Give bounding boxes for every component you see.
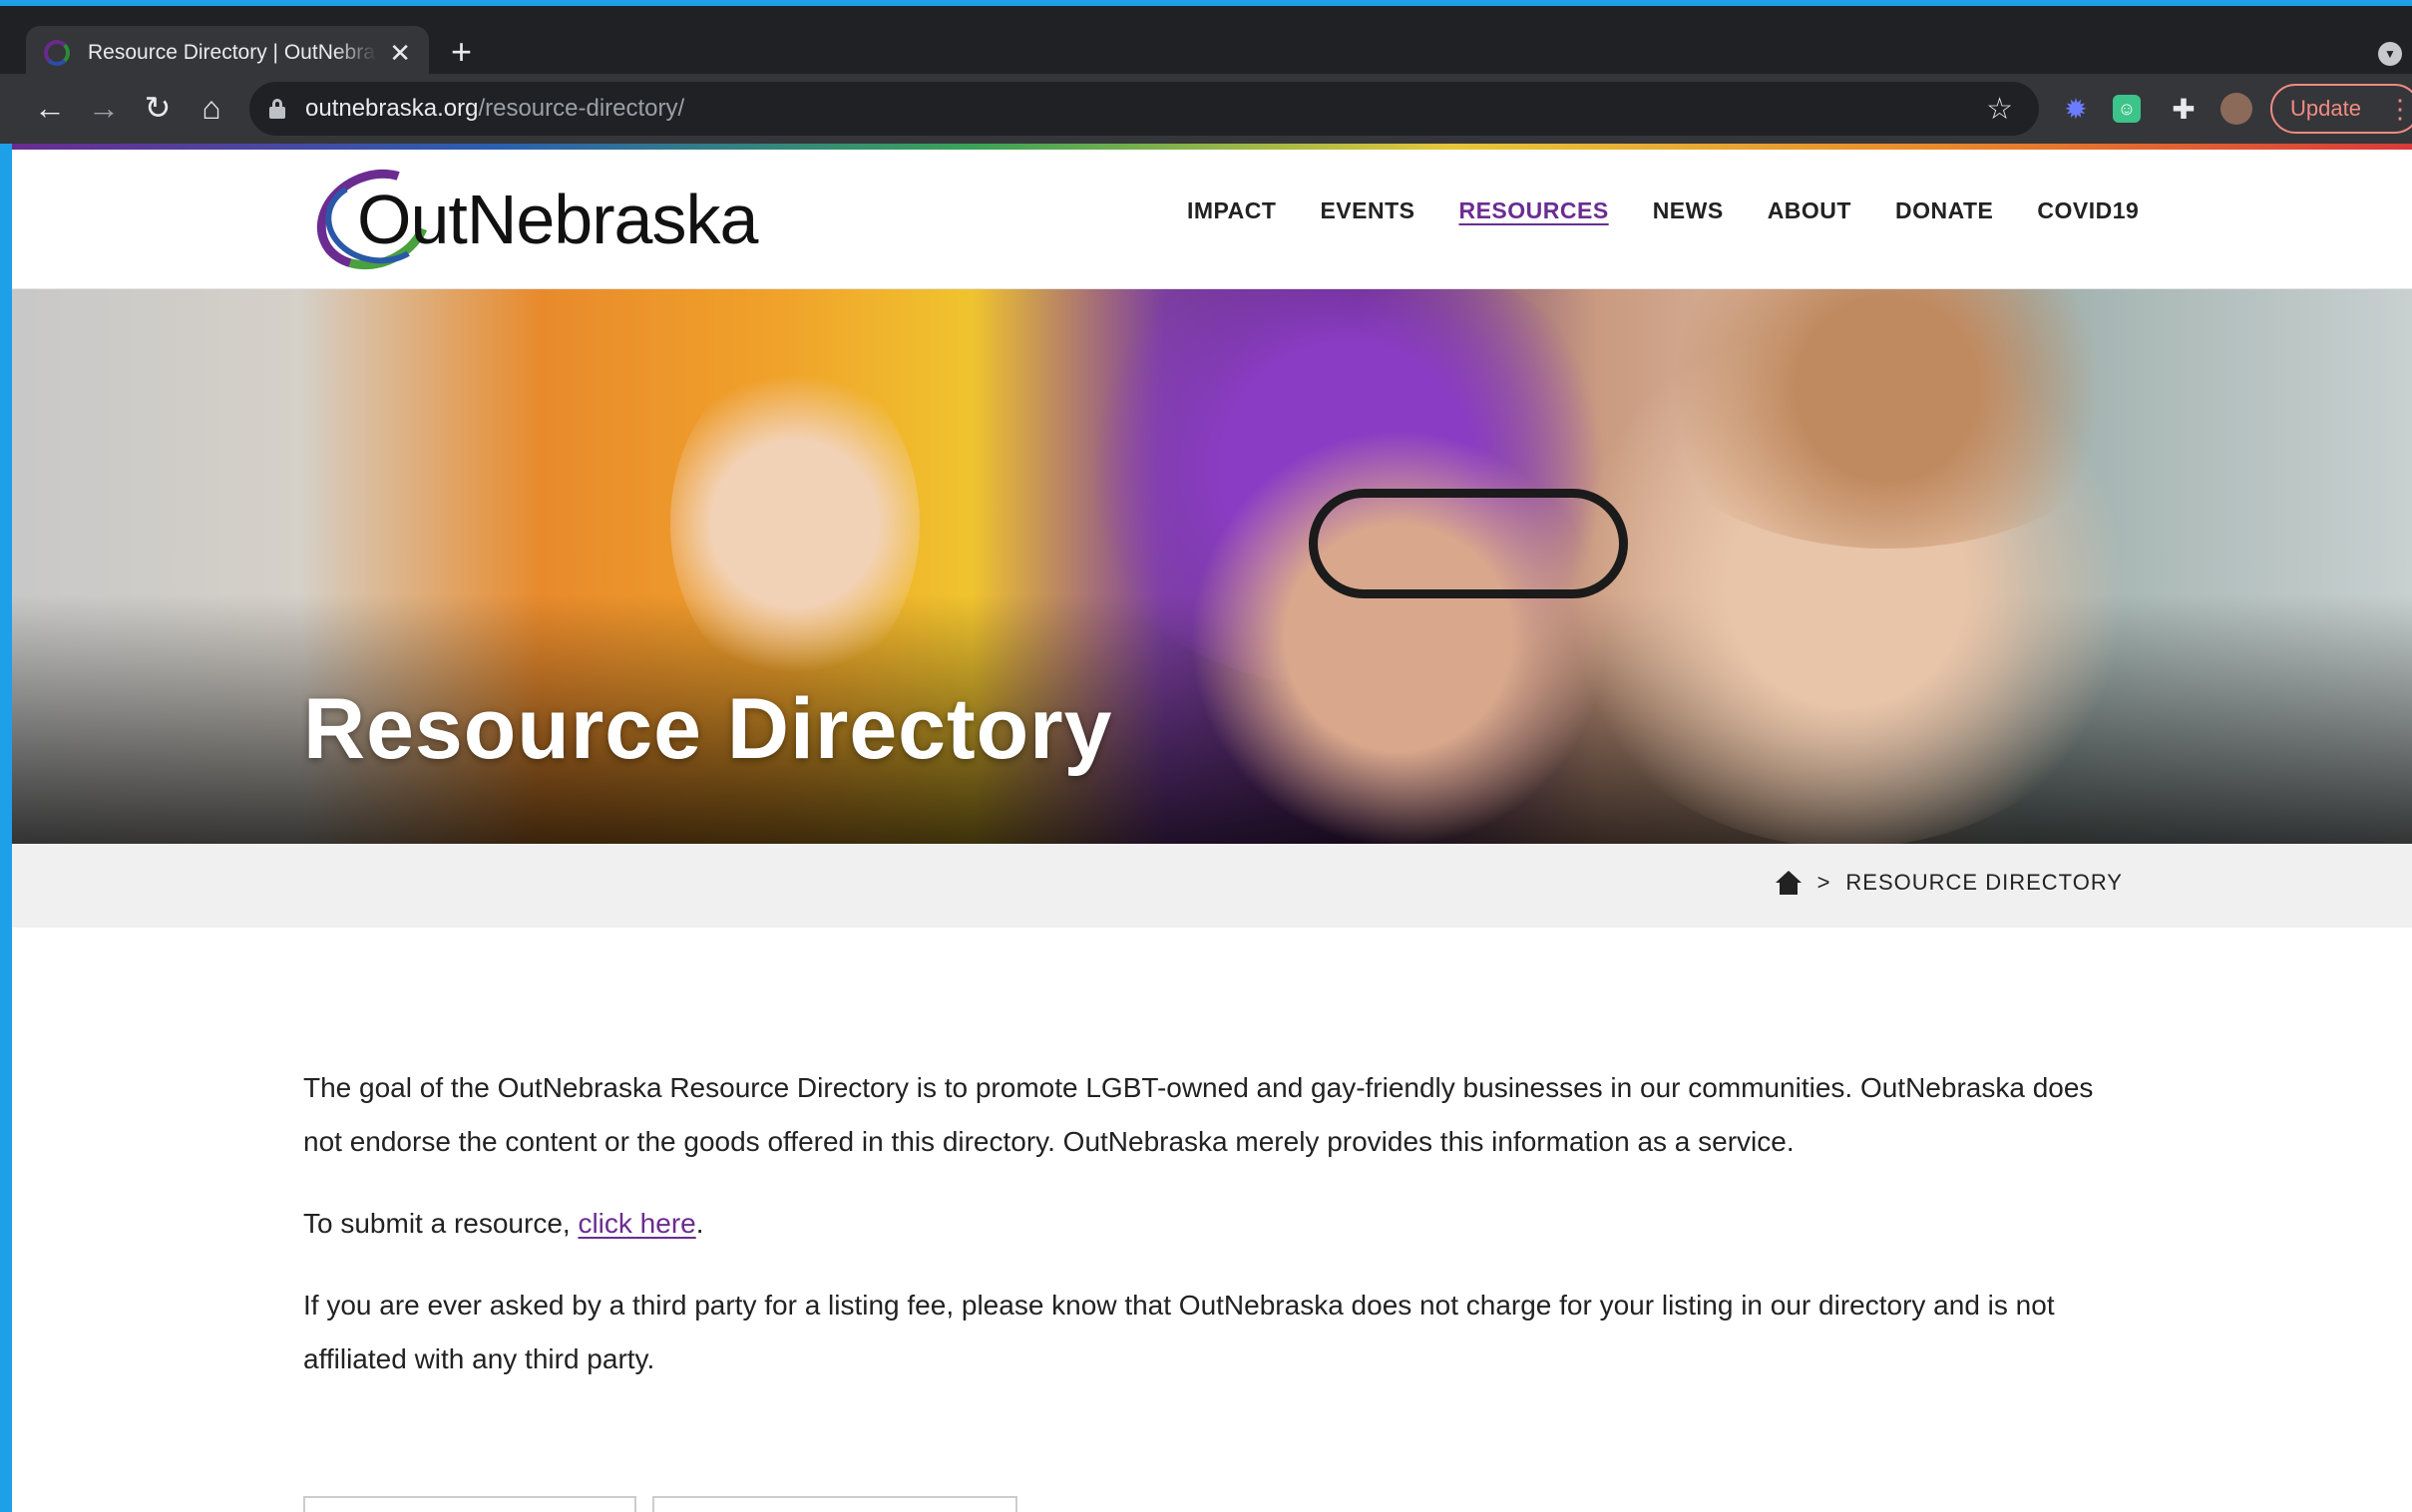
extension-green-icon[interactable]: ☺	[2113, 95, 2141, 123]
home-icon[interactable]	[1775, 871, 1802, 895]
hero-banner: Resource Directory	[12, 289, 2412, 844]
filter-box-2[interactable]	[652, 1496, 1017, 1512]
browser-window: Resource Directory | OutNebraska ✕ + ▼ ←…	[0, 0, 2412, 1512]
update-button[interactable]: Update ⋮	[2270, 84, 2412, 134]
nav-about[interactable]: ABOUT	[1768, 197, 1851, 224]
tab-search-icon[interactable]: ▼	[2378, 42, 2402, 66]
browser-tab[interactable]: Resource Directory | OutNebraska ✕	[26, 26, 429, 80]
breadcrumb-bar: > RESOURCE DIRECTORY	[12, 844, 2412, 928]
menu-dots-icon[interactable]: ⋮	[2387, 94, 2412, 125]
nav-impact[interactable]: IMPACT	[1187, 197, 1276, 224]
tab-title: Resource Directory | OutNebraska	[88, 41, 378, 64]
nav-events[interactable]: EVENTS	[1320, 197, 1414, 224]
page-title: Resource Directory	[303, 681, 1113, 777]
extensions-puzzle-icon[interactable]: ✚	[2167, 92, 2201, 126]
submit-resource-link[interactable]: click here	[578, 1208, 695, 1239]
submit-paragraph: To submit a resource, click here.	[303, 1197, 2129, 1251]
profile-avatar[interactable]	[2220, 93, 2252, 125]
breadcrumb-current: RESOURCE DIRECTORY	[1845, 870, 2123, 895]
nav-resources[interactable]: RESOURCES	[1458, 197, 1608, 224]
main-nav: IMPACT EVENTS RESOURCES NEWS ABOUT DONAT…	[1187, 197, 2139, 224]
filter-box-1[interactable]	[303, 1496, 636, 1512]
browser-toolbar: ← → ↻ ⌂ outnebraska.org/resource-directo…	[0, 74, 2412, 144]
extension-sun-icon[interactable]: ✹	[2059, 92, 2093, 126]
nav-donate[interactable]: DONATE	[1895, 197, 1993, 224]
site-header: OutNebraska IMPACT EVENTS RESOURCES NEWS…	[12, 150, 2412, 289]
favicon-icon	[44, 40, 70, 66]
url-path: /resource-directory/	[478, 95, 685, 122]
url-host: outnebraska.org	[305, 95, 479, 122]
nav-news[interactable]: NEWS	[1653, 197, 1724, 224]
home-button-icon[interactable]: ⌂	[192, 88, 231, 128]
forward-arrow-icon[interactable]: →	[84, 88, 124, 128]
fee-notice-paragraph: If you are ever asked by a third party f…	[303, 1290, 2055, 1374]
submit-suffix: .	[695, 1208, 704, 1239]
new-tab-button[interactable]: +	[451, 32, 472, 72]
web-page: OutNebraska IMPACT EVENTS RESOURCES NEWS…	[12, 144, 2412, 1512]
breadcrumb-separator: >	[1816, 870, 1830, 895]
bookmark-star-icon[interactable]: ☆	[1986, 92, 2013, 127]
lock-icon[interactable]	[269, 99, 285, 119]
submit-prefix: To submit a resource,	[303, 1208, 579, 1239]
logo-text: OutNebraska	[357, 181, 758, 258]
reload-icon[interactable]: ↻	[138, 88, 178, 128]
update-label: Update	[2290, 96, 2361, 121]
nav-covid19[interactable]: COVID19	[2037, 197, 2139, 224]
site-logo[interactable]: OutNebraska	[300, 151, 780, 288]
close-tab-icon[interactable]: ✕	[389, 38, 411, 69]
main-content: The goal of the OutNebraska Resource Dir…	[303, 1061, 2129, 1414]
address-bar[interactable]: outnebraska.org/resource-directory/ ☆	[249, 82, 2039, 136]
intro-paragraph: The goal of the OutNebraska Resource Dir…	[303, 1072, 2094, 1157]
back-arrow-icon[interactable]: ←	[30, 88, 70, 128]
breadcrumb: > RESOURCE DIRECTORY	[1775, 870, 2123, 896]
